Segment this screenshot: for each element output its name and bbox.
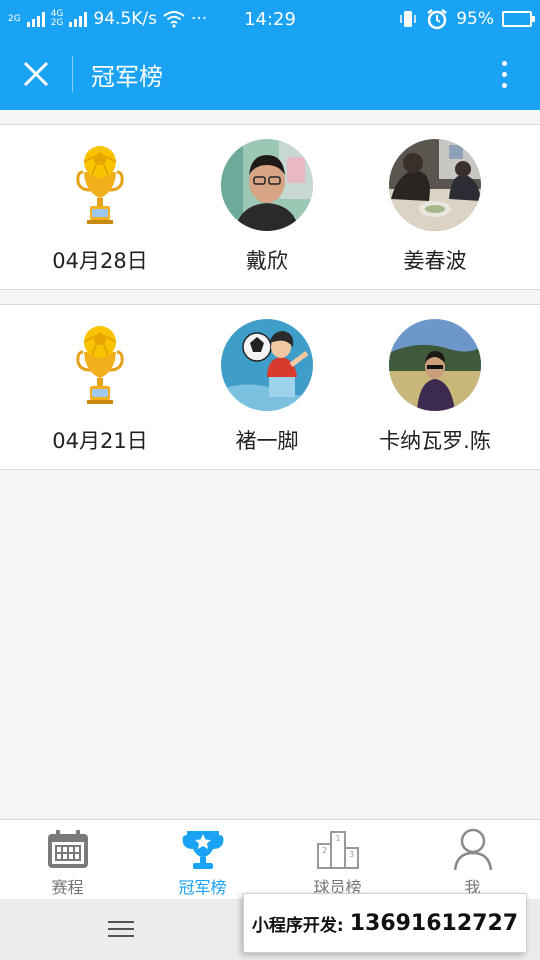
trophy-icon [54, 319, 146, 411]
tab-player-rankings[interactable]: 1 2 3 球员榜 [270, 820, 405, 899]
app-header: 冠军榜 [0, 38, 540, 110]
tab-me[interactable]: 我 [405, 820, 540, 899]
header-divider [72, 56, 73, 92]
player-cell[interactable]: 姜春波 [345, 139, 525, 275]
player-name: 卡纳瓦罗.陈 [379, 429, 491, 453]
tab-champions[interactable]: 冠军榜 [135, 820, 270, 899]
player-cell[interactable]: 褚一脚 [177, 319, 357, 455]
champion-date: 04月21日 [52, 429, 148, 453]
podium-icon: 1 2 3 [315, 826, 361, 872]
page-title: 冠军榜 [91, 62, 163, 91]
promo-banner[interactable]: 小程序开发: 13691612727 [243, 893, 527, 953]
podium-second: 2 [321, 846, 326, 855]
clock: 14:29 [244, 9, 296, 30]
tab-label: 冠军榜 [178, 878, 227, 897]
more-vertical-icon [501, 82, 507, 88]
player-cell[interactable]: 戴欣 [177, 139, 357, 275]
player-avatar[interactable] [389, 319, 481, 411]
bottom-tab-bar: 赛程 冠军榜 1 2 3 球员榜 我 [0, 819, 540, 899]
champion-date-cell: 04月28日 [10, 139, 190, 275]
menu-icon[interactable] [108, 919, 134, 939]
close-icon [23, 61, 49, 87]
trophy-icon [54, 139, 146, 231]
champion-card[interactable]: 04月21日 褚一脚 卡纳瓦罗.陈 [0, 304, 540, 470]
player-avatar[interactable] [389, 139, 481, 231]
player-avatar[interactable] [221, 139, 313, 231]
podium-third: 3 [348, 850, 353, 859]
player-name: 戴欣 [246, 249, 288, 273]
more-vertical-icon [501, 71, 507, 77]
more-vertical-icon [501, 60, 507, 66]
champion-card[interactable]: 04月28日 戴欣 姜春波 [0, 124, 540, 290]
trophy-icon [180, 826, 226, 872]
tab-label: 赛程 [51, 878, 84, 897]
close-button[interactable] [0, 38, 72, 110]
calendar-icon [45, 826, 91, 872]
promo-phone: 13691612727 [349, 910, 519, 936]
tab-schedule[interactable]: 赛程 [0, 820, 135, 899]
player-name: 褚一脚 [235, 429, 299, 453]
more-button[interactable] [468, 38, 540, 110]
champion-date: 04月28日 [52, 249, 148, 273]
user-icon [450, 826, 496, 872]
champion-date-cell: 04月21日 [10, 319, 190, 455]
podium-first: 1 [335, 834, 340, 843]
player-name: 姜春波 [403, 249, 467, 273]
battery-icon [502, 11, 535, 27]
status-bar: 2G 4G 2G 94.5K/s ··· 14:29 95% [0, 0, 540, 38]
player-cell[interactable]: 卡纳瓦罗.陈 [345, 319, 525, 455]
promo-label: 小程序开发: [251, 915, 344, 936]
player-avatar[interactable] [221, 319, 313, 411]
